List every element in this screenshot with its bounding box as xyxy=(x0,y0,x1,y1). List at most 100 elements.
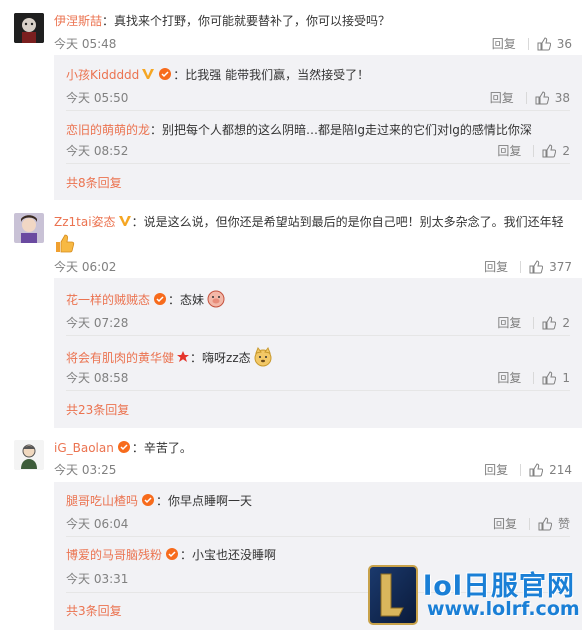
reply-button[interactable]: 回复 xyxy=(484,258,508,275)
username-link[interactable]: 小孩Kiddddd xyxy=(66,68,139,82)
reply-text: ：小宝也还没睡啊 xyxy=(180,548,277,562)
like-count: 36 xyxy=(556,36,572,51)
reply-divider xyxy=(66,110,570,111)
reply-box: 小孩Kiddddd ：比我强 能带我们赢，当然接受了！ 今天 05:50 回复 3… xyxy=(54,55,582,200)
vip-v-icon xyxy=(118,216,131,226)
reply-actions: 回复 2 xyxy=(497,314,570,331)
reply-text: ：嗨呀zz态 xyxy=(190,351,251,365)
divider xyxy=(533,144,535,157)
avatar[interactable] xyxy=(14,440,44,470)
fan-badge-icon xyxy=(159,68,172,80)
username-link[interactable]: 将会有肌肉的黄华健 xyxy=(66,351,174,365)
comment-time: 今天 05:48 xyxy=(54,37,117,51)
divider xyxy=(520,463,522,476)
reply-button[interactable]: 回复 xyxy=(490,89,514,106)
username-link[interactable]: Zz1tai姿态 xyxy=(54,215,116,229)
reply-text: ：态妹 xyxy=(168,293,205,307)
reply-button[interactable]: 回复 xyxy=(484,461,508,478)
reply-body: 将会有肌肉的黄华健 ：嗨呀zz态 xyxy=(66,347,273,367)
reply-actions: 回复 2 xyxy=(497,142,570,159)
like-count: 214 xyxy=(549,462,572,477)
comment-actions: 回复 377 xyxy=(484,258,572,275)
reply-time: 今天 08:52 xyxy=(66,144,129,158)
comment-text: ：辛苦了。 xyxy=(131,441,192,455)
reply-time: 今天 06:04 xyxy=(66,517,129,531)
reply-divider xyxy=(66,536,570,537)
divider xyxy=(533,371,535,384)
more-replies-link[interactable]: 共23条回复 xyxy=(66,401,129,418)
reply-button[interactable]: 回复 xyxy=(497,369,521,386)
like-count: 38 xyxy=(554,90,570,105)
reply-body: 小孩Kiddddd ：比我强 能带我们赢，当然接受了！ xyxy=(66,66,369,83)
reply-button[interactable]: 回复 xyxy=(497,142,521,159)
like-button[interactable]: 214 xyxy=(529,463,572,477)
like-count: 2 xyxy=(562,315,570,330)
thumbs-up-icon[interactable] xyxy=(538,516,552,531)
thumbs-up-icon xyxy=(529,462,544,476)
reply-time: 今天 07:28 xyxy=(66,316,129,330)
reply-button[interactable]: 回复 xyxy=(493,515,517,532)
thumbs-up-icon[interactable] xyxy=(542,315,557,330)
more-replies-link[interactable]: 共8条回复 xyxy=(66,174,122,191)
comment-body: Zz1tai姿态 ：说是这么说，但你还是希望站到最后的是你自己吧！别太多杂念了。我… xyxy=(54,213,564,230)
comment-actions: 回复 36 xyxy=(492,35,572,52)
username-link[interactable]: 伊涅斯喆 xyxy=(54,14,102,28)
watermark-url: www.lolrf.com xyxy=(427,598,580,620)
like-count: 377 xyxy=(549,259,572,274)
comment-text: ：真找来个打野，你可能就要替补了，你可以接受吗？ xyxy=(102,14,391,28)
doge-emoji-icon xyxy=(254,347,272,367)
username-link[interactable]: 花一样的贼贼态 xyxy=(66,293,150,307)
divider xyxy=(528,517,530,530)
comment-body: iG_Baolan ：辛苦了。 xyxy=(54,439,192,456)
site-watermark: lol日服官网 www.lolrf.com xyxy=(367,564,582,626)
like-button[interactable]: 377 xyxy=(529,260,572,274)
reply-divider xyxy=(66,335,570,336)
comment-time: 今天 03:25 xyxy=(54,463,117,477)
fan-badge-icon xyxy=(166,548,179,560)
reply-body: 恋旧的萌萌的龙：别把每个人都想的这么阴暗…都是陪lg走过来的它们对lg的感情比你… xyxy=(66,121,532,138)
more-replies-link[interactable]: 共3条回复 xyxy=(66,602,122,619)
comment-body: 伊涅斯喆：真找来个打野，你可能就要替补了，你可以接受吗？ xyxy=(54,12,390,29)
thumbs-up-icon xyxy=(529,259,544,273)
reply-text: ：你早点睡啊一天 xyxy=(156,494,253,508)
username-link[interactable]: 腿哥吃山楂吗 xyxy=(66,494,138,508)
comment-time: 今天 06:02 xyxy=(54,260,117,274)
reply-button[interactable]: 回复 xyxy=(492,35,516,52)
comment-text: ：说是这么说，但你还是希望站到最后的是你自己吧！别太多杂念了。我们还年轻 xyxy=(131,215,564,229)
username-link[interactable]: iG_Baolan xyxy=(54,441,114,455)
reply-actions: 回复 赞 xyxy=(493,515,570,532)
reply-body: 花一样的贼贼态 ：态妹 xyxy=(66,289,226,309)
thumbs-up-emoji-icon xyxy=(54,233,76,256)
reply-time: 今天 05:50 xyxy=(66,91,129,105)
reply-button[interactable]: 回复 xyxy=(497,314,521,331)
divider xyxy=(525,91,527,104)
reply-time: 今天 03:31 xyxy=(66,572,129,586)
thumbs-up-icon xyxy=(537,36,551,50)
fan-badge-icon xyxy=(154,293,167,305)
divider xyxy=(520,260,522,273)
fan-badge-icon xyxy=(117,441,130,453)
vip-v-icon xyxy=(142,69,155,79)
reply-time: 今天 08:58 xyxy=(66,371,129,385)
thumbs-up-icon[interactable] xyxy=(535,90,549,105)
star-icon xyxy=(177,351,190,362)
reply-divider xyxy=(66,390,570,391)
reply-body: 博爱的马哥脑残粉 ：小宝也还没睡啊 xyxy=(66,546,276,563)
reply-actions: 回复 38 xyxy=(490,89,570,106)
reply-box: 花一样的贼贼态 ：态妹 今天 07:28 回复 2 将会有肌肉的黄华健 ：嗨呀zz态… xyxy=(54,278,582,428)
like-count: 赞 xyxy=(557,517,570,531)
username-link[interactable]: 博爱的马哥脑残粉 xyxy=(66,548,162,562)
username-link[interactable]: 恋旧的萌萌的龙 xyxy=(66,123,150,137)
avatar[interactable] xyxy=(14,13,44,43)
like-button[interactable]: 36 xyxy=(537,37,572,51)
divider xyxy=(527,37,529,50)
reply-text: ：比我强 能带我们赢，当然接受了！ xyxy=(173,68,370,82)
pig-emoji-icon xyxy=(207,290,225,308)
like-count: 1 xyxy=(562,370,570,385)
reply-text: ：别把每个人都想的这么阴暗…都是陪lg走过来的它们对lg的感情比你深 xyxy=(150,123,532,137)
reply-actions: 回复 1 xyxy=(497,369,570,386)
comment-actions: 回复 214 xyxy=(484,461,572,478)
thumbs-up-icon[interactable] xyxy=(542,370,557,385)
thumbs-up-icon[interactable] xyxy=(542,143,557,158)
avatar[interactable] xyxy=(14,213,44,243)
